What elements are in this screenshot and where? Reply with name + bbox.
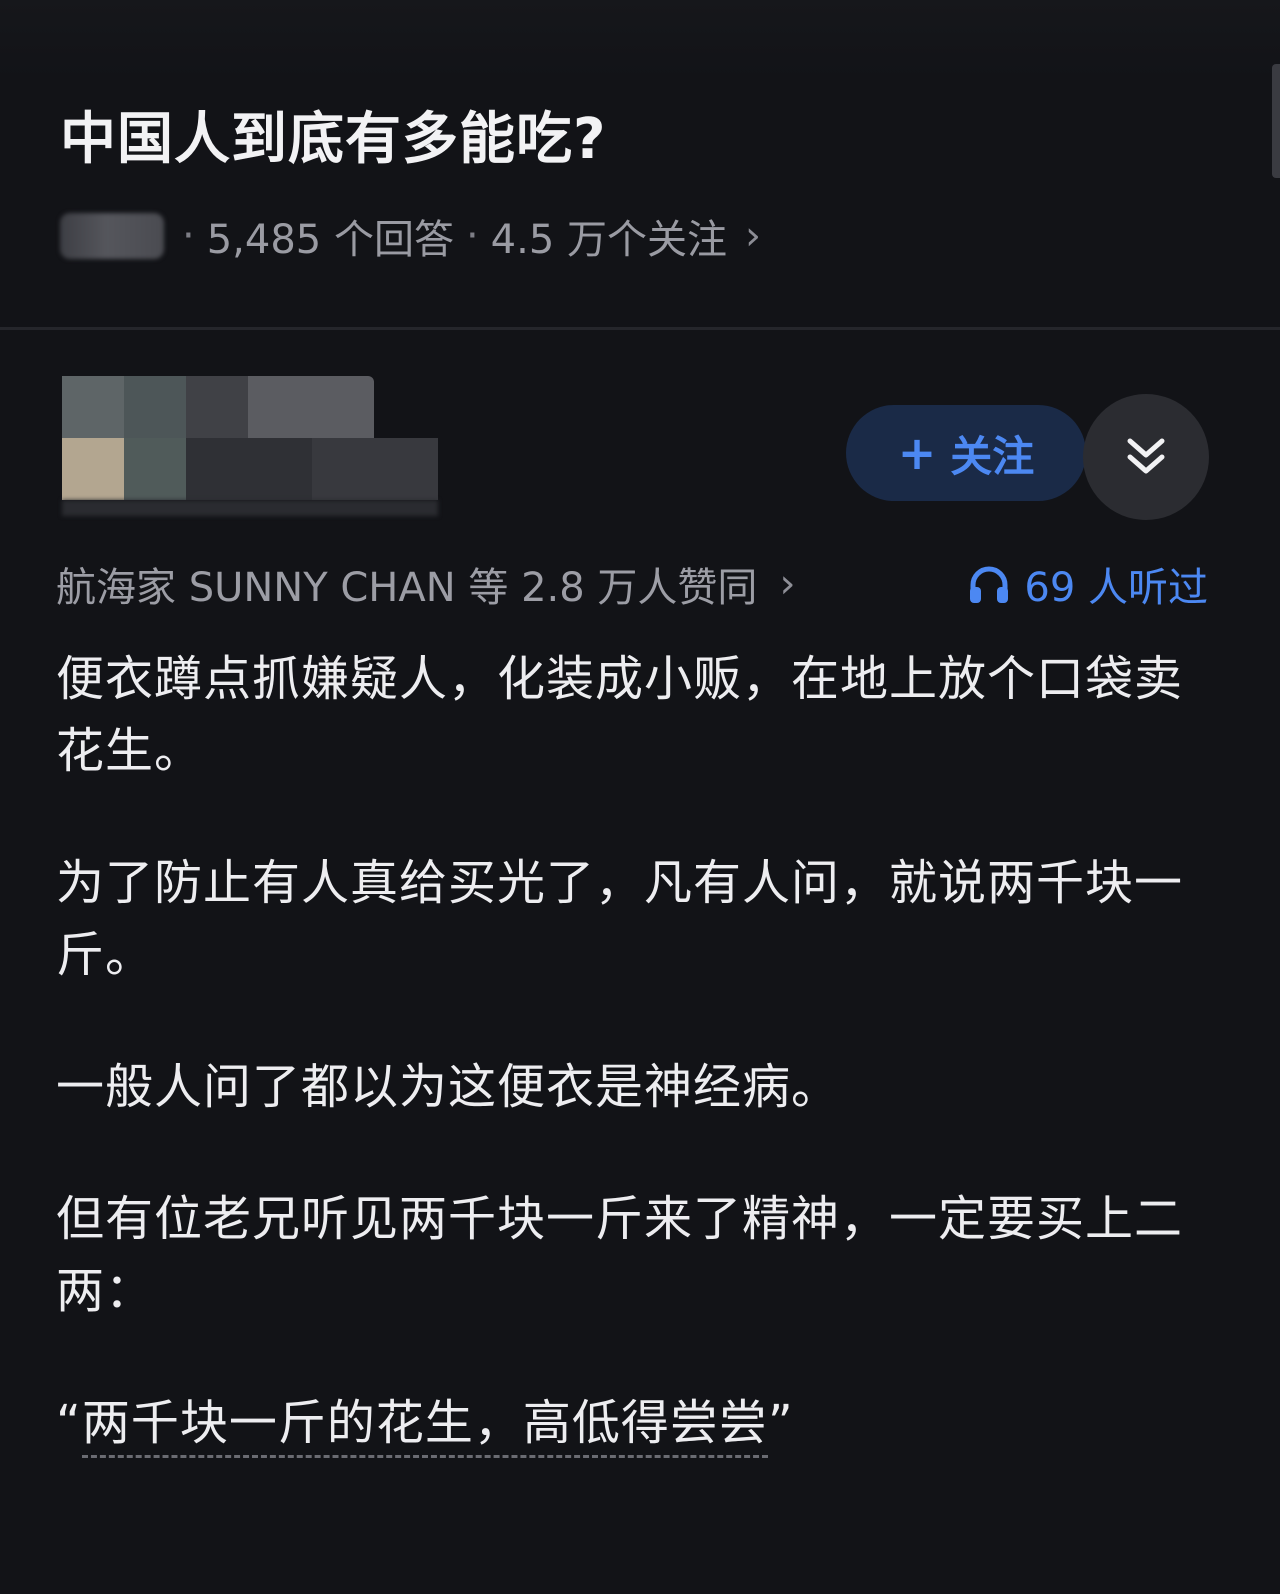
divider <box>0 327 1280 330</box>
scrollbar[interactable] <box>1272 64 1280 178</box>
answer-paragraph: 为了防止有人真给买光了，凡有人问，就说两千块一斤。 <box>56 855 1184 983</box>
avatar <box>62 376 124 438</box>
quote-open-mark: “ <box>56 1395 82 1451</box>
question-title[interactable]: 中国人到底有多能吃? <box>60 100 606 180</box>
answer-paragraph: 但有位老兄听见两千块一斤来了精神，一定要买上二两： <box>56 1191 1184 1319</box>
meta-separator: · <box>182 213 195 259</box>
listen-button[interactable]: 69 人听过 <box>968 552 1208 616</box>
avatar <box>124 376 186 438</box>
question-meta[interactable]: · 5,485 个回答 · 4.5 万个关注 › <box>60 206 761 266</box>
upvote-text: 航海家 SUNNY CHAN 等 2.8 万人赞同 <box>56 565 758 611</box>
answers-count: 5,485 个回答 <box>206 217 454 263</box>
blurred-author-name <box>248 376 374 438</box>
answer-body: 便衣蹲点抓嫌疑人，化装成小贩，在地上放个口袋卖花生。 为了防止有人真给买光了，凡… <box>56 643 1186 1519</box>
headphones-icon <box>970 566 1009 603</box>
blurred-author-bio <box>186 438 312 500</box>
answer-paragraph: 一般人问了都以为这便衣是神经病。 <box>56 1059 841 1115</box>
follow-label: 关注 <box>950 431 1035 481</box>
blurred-author-name <box>186 376 248 438</box>
answer-paragraph: 便衣蹲点抓嫌疑人，化装成小贩，在地上放个口袋卖花生。 <box>56 651 1184 779</box>
upvote-summary[interactable]: 航海家 SUNNY CHAN 等 2.8 万人赞同 › <box>56 552 795 616</box>
follow-button[interactable]: + 关注 <box>846 405 1086 501</box>
avatar <box>62 438 124 500</box>
blurred-author-bio <box>62 500 438 516</box>
quote-close-mark: ” <box>767 1395 794 1451</box>
blurred-author-name <box>60 213 164 259</box>
collapse-button[interactable] <box>1083 394 1209 520</box>
blurred-author-info[interactable] <box>62 376 438 516</box>
answer-page: 中国人到底有多能吃? · 5,485 个回答 · 4.5 万个关注 › + 关注… <box>0 0 1280 1594</box>
double-chevron-down-icon <box>1127 438 1165 474</box>
avatar <box>124 438 186 500</box>
chevron-right-icon: › <box>779 561 796 607</box>
chevron-right-icon: › <box>745 213 761 259</box>
meta-separator: · <box>465 213 479 259</box>
quote-text: 两千块一斤的花生，高低得尝尝 <box>81 1395 768 1458</box>
answer-quote[interactable]: “两千块一斤的花生，高低得尝尝” <box>56 1387 1186 1459</box>
listen-count: 69 人听过 <box>1024 565 1208 611</box>
plus-icon: + <box>897 426 937 480</box>
blurred-author-bio <box>312 438 438 500</box>
followers-count: 4.5 万个关注 <box>490 217 727 263</box>
